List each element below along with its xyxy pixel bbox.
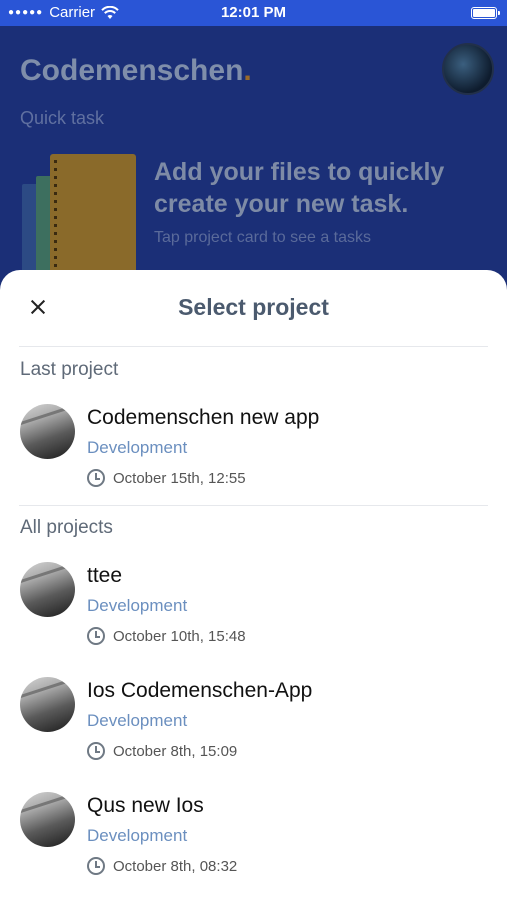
clock-icon — [87, 742, 105, 760]
all-projects-label: All projects — [20, 517, 113, 538]
status-bar: ●●●●● Carrier 12:01 PM — [0, 0, 507, 26]
select-project-sheet: Select project Last project Codemenschen… — [0, 270, 507, 900]
project-avatar — [20, 792, 75, 847]
project-date: October 15th, 12:55 — [113, 469, 246, 487]
project-avatar — [20, 562, 75, 617]
clock-icon — [87, 627, 105, 645]
clock-icon — [87, 857, 105, 875]
promo-heading: Add your files to quickly create your ne… — [154, 158, 445, 218]
project-category: Development — [87, 596, 188, 615]
clock-icon — [87, 469, 105, 487]
project-date: October 10th, 15:48 — [113, 627, 246, 645]
project-category: Development — [87, 711, 188, 730]
project-avatar — [20, 677, 75, 732]
project-name: ttee — [87, 564, 123, 587]
battery-icon — [471, 7, 500, 19]
project-category: Development — [87, 438, 188, 457]
project-name: Qus new Ios — [87, 794, 204, 817]
project-item[interactable]: Codemenschen new app Development October… — [0, 392, 507, 497]
status-time: 12:01 PM — [220, 4, 287, 21]
project-name: Ios Codemenschen-App — [87, 679, 313, 702]
project-item[interactable]: Qus new Ios Development October 8th, 08:… — [0, 780, 507, 885]
app-title: Codemenschen. — [20, 54, 252, 87]
last-project-label: Last project — [20, 359, 119, 380]
sheet-title: Select project — [178, 294, 329, 320]
project-category: Development — [87, 826, 188, 845]
project-name: Codemenschen new app — [87, 406, 320, 429]
project-date: October 8th, 08:32 — [113, 857, 238, 875]
project-avatar — [20, 404, 75, 459]
divider — [19, 505, 488, 506]
project-date: October 8th, 15:09 — [113, 742, 238, 760]
user-avatar[interactable] — [442, 43, 494, 95]
project-item[interactable]: Ios Codemenschen-App Development October… — [0, 665, 507, 770]
quick-task-label: Quick task — [20, 108, 105, 128]
promo-subtext: Tap project card to see a tasks — [154, 229, 371, 246]
sheet-header: Select project — [19, 270, 488, 347]
project-item[interactable]: ttee Development October 10th, 15:48 — [0, 550, 507, 655]
